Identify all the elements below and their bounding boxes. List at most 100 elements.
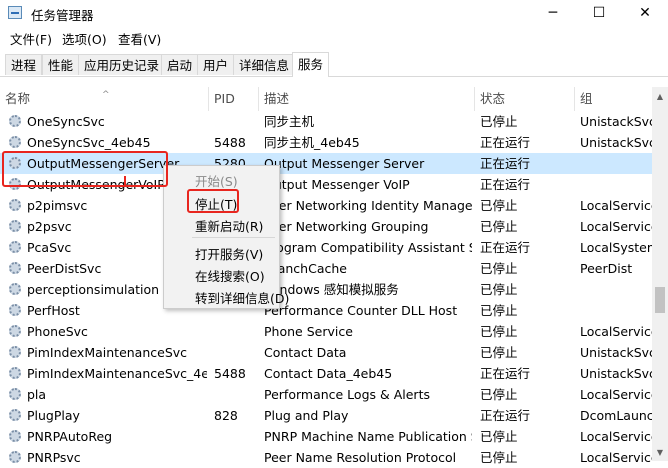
context-menu-restart[interactable]: 重新启动(R) — [195, 216, 263, 235]
service-gear-icon — [9, 283, 21, 295]
scroll-up-icon[interactable]: ▲ — [652, 89, 668, 105]
service-description: Program Compatibility Assistant Service — [264, 240, 472, 255]
menu-options[interactable]: 选项(O) — [62, 29, 107, 48]
service-gear-icon — [9, 262, 21, 274]
tab-processes[interactable]: 进程 — [5, 54, 43, 75]
service-group: LocalSystemNetworkRestricted — [580, 240, 652, 255]
close-button[interactable]: ✕ — [622, 0, 668, 27]
table-row[interactable]: PcaSvcProgram Compatibility Assistant Se… — [0, 237, 652, 258]
window-title: 任务管理器 — [31, 8, 94, 23]
service-status: 正在运行 — [480, 240, 531, 255]
maximize-button[interactable]: ☐ — [576, 0, 622, 27]
service-pid — [214, 342, 258, 363]
service-group: UnistackSvcGroup — [580, 135, 652, 150]
service-status: 已停止 — [480, 261, 518, 276]
column-pid-header[interactable]: PID — [209, 87, 259, 111]
context-menu-start[interactable]: 开始(S) — [195, 171, 238, 190]
service-description: 同步主机 — [264, 114, 315, 129]
service-name: PhoneSvc — [27, 324, 88, 339]
service-group — [580, 153, 652, 174]
context-menu-open-services[interactable]: 打开服务(V) — [195, 244, 263, 263]
service-description: Peer Name Resolution Protocol — [264, 450, 457, 465]
service-group: LocalServiceNoNetwork — [580, 387, 652, 402]
service-gear-icon — [9, 220, 21, 232]
service-group: LocalServicePeerNet — [580, 219, 652, 234]
service-gear-icon — [9, 136, 21, 148]
context-menu-search-online[interactable]: 在线搜索(O) — [195, 266, 265, 285]
table-row[interactable]: perceptionsimulation Windows 感知模拟服务 已停止 — [0, 279, 652, 300]
service-name: pla — [27, 387, 47, 402]
annotation-connector — [124, 176, 126, 186]
service-description: Plug and Play — [264, 408, 349, 423]
service-group: LocalServicePeerNet — [580, 450, 652, 465]
service-pid — [214, 321, 258, 342]
service-gear-icon — [9, 199, 21, 211]
service-group: UnistackSvcGroup — [580, 366, 652, 381]
service-description: Output Messenger VoIP — [264, 177, 410, 192]
tab-services[interactable]: 服务 — [292, 52, 330, 77]
table-row[interactable]: OneSyncSvc_4eb45 5488 同步主机_4eb45 正在运行 Unista… — [0, 132, 652, 153]
table-row[interactable]: PlugPlay 828 Plug and Play 正在运行 DcomLaunch — [0, 405, 652, 426]
service-group — [580, 300, 652, 321]
table-row[interactable]: PNRPsvc Peer Name Resolution Protocol 已停止 L… — [0, 447, 652, 468]
service-description: Contact Data_4eb45 — [264, 366, 393, 381]
service-pid — [214, 426, 258, 447]
table-row[interactable]: p2pimsvc Peer Networking Identity Manager… — [0, 195, 652, 216]
service-name: OneSyncSvc — [27, 114, 105, 129]
service-group: UnistackSvcGroup — [580, 114, 652, 129]
service-gear-icon — [9, 388, 21, 400]
table-row[interactable]: PhoneSvc Phone Service 已停止 LocalService — [0, 321, 652, 342]
service-gear-icon — [9, 367, 21, 379]
vertical-scrollbar[interactable]: ▲ ▼ — [652, 87, 668, 461]
tab-details[interactable]: 详细信息 — [233, 54, 296, 75]
service-status: 已停止 — [480, 345, 518, 360]
minimize-button[interactable]: ─ — [530, 0, 576, 27]
tab-users[interactable]: 用户 — [197, 54, 235, 75]
column-description-header[interactable]: 描述 — [259, 87, 475, 111]
column-status-header[interactable]: 状态 — [475, 87, 575, 111]
service-group: LocalServicePeerNet — [580, 198, 652, 213]
service-status: 已停止 — [480, 450, 518, 465]
table-row[interactable]: PeerDistSvc BranchCache 已停止 PeerDist — [0, 258, 652, 279]
table-row[interactable]: PerfHost Performance Counter DLL Host 已停止 — [0, 300, 652, 321]
column-name-header[interactable]: 名称 ^ — [0, 87, 209, 111]
table-row[interactable]: p2psvc Peer Networking Grouping 已停止 LocalSe… — [0, 216, 652, 237]
tab-performance[interactable]: 性能 — [42, 54, 80, 75]
scroll-down-icon[interactable]: ▼ — [652, 445, 668, 461]
table-row[interactable]: pla Performance Logs & Alerts 已停止 LocalServ… — [0, 384, 652, 405]
service-gear-icon — [9, 451, 21, 463]
service-gear-icon — [9, 325, 21, 337]
title-bar: 任务管理器 ─ ☐ ✕ — [0, 0, 668, 27]
table-row[interactable]: PimIndexMaintenanceSvc_4eb45 5488 Contact … — [0, 363, 652, 384]
service-pid: 828 — [214, 408, 238, 423]
tab-app-history[interactable]: 应用历史记录 — [78, 54, 166, 75]
service-name: PimIndexMaintenanceSvc — [27, 345, 188, 360]
scrollbar-thumb[interactable] — [655, 287, 665, 313]
service-status: 已停止 — [480, 282, 518, 297]
menu-file[interactable]: 文件(F) — [10, 29, 52, 48]
service-group: LocalService — [580, 324, 652, 339]
service-name: OneSyncSvc_4eb45 — [27, 135, 151, 150]
table-row[interactable]: PimIndexMaintenanceSvc Contact Data 已停止 Uni… — [0, 342, 652, 363]
service-description: Performance Logs & Alerts — [264, 387, 430, 402]
service-description: Windows 感知模拟服务 — [264, 282, 399, 297]
service-name: PNRPsvc — [27, 450, 81, 465]
tab-startup[interactable]: 启动 — [161, 54, 199, 75]
service-name: PlugPlay — [27, 408, 80, 423]
table-row[interactable]: PNRPAutoReg PNRP Machine Name Publication… — [0, 426, 652, 447]
context-menu-goto-details[interactable]: 转到详细信息(D) — [195, 288, 289, 307]
column-group-header[interactable]: 组 — [575, 87, 652, 111]
tab-strip: 进程 性能 应用历史记录 启动 用户 详细信息 服务 — [0, 52, 668, 77]
service-pid — [214, 447, 258, 468]
service-description: Phone Service — [264, 324, 353, 339]
service-status: 已停止 — [480, 387, 518, 402]
column-name-label: 名称 — [5, 91, 31, 106]
service-status: 已停止 — [480, 198, 518, 213]
service-status: 正在运行 — [480, 135, 531, 150]
menu-view[interactable]: 查看(V) — [118, 29, 161, 48]
service-description: Performance Counter DLL Host — [264, 303, 458, 318]
service-gear-icon — [9, 346, 21, 358]
table-row[interactable]: OneSyncSvc 同步主机 已停止 UnistackSvcGroup — [0, 111, 652, 132]
service-pid — [214, 384, 258, 405]
service-description: Contact Data — [264, 345, 347, 360]
